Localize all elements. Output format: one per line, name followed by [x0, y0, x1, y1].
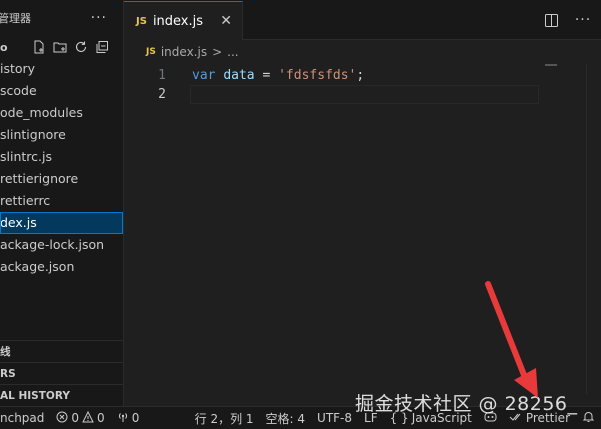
- folder-name: o: [0, 40, 8, 54]
- refresh-icon[interactable]: [74, 40, 88, 54]
- section-npm-scripts[interactable]: RS: [0, 362, 123, 384]
- js-file-icon: JS: [146, 47, 156, 57]
- file-item-selected[interactable]: dex.js: [0, 212, 123, 234]
- code-line-current: 2: [124, 85, 601, 104]
- status-problems[interactable]: 0 0: [50, 407, 110, 429]
- error-count: 0: [71, 411, 80, 425]
- explorer-sidebar: 管理器 ··· o istory scode ode_modules slint…: [0, 0, 124, 406]
- status-cursor-position[interactable]: 行 2，列 1: [189, 407, 260, 429]
- more-actions-icon[interactable]: ···: [575, 12, 591, 28]
- workspace-folder-header[interactable]: o: [0, 36, 123, 58]
- breadcrumb-separator: >: [212, 45, 223, 59]
- ellipsis-icon[interactable]: ···: [91, 10, 107, 26]
- breadcrumb-file[interactable]: index.js: [161, 45, 207, 59]
- status-remote[interactable]: nchpad: [0, 407, 50, 429]
- error-icon: [56, 411, 68, 426]
- breadcrumb-symbols[interactable]: ...: [227, 45, 238, 59]
- collapse-all-icon[interactable]: [95, 40, 109, 54]
- annotation-arrow: [485, 281, 538, 398]
- broadcast-icon: [117, 411, 129, 426]
- line-number: 1: [158, 68, 166, 83]
- line-number: 2: [158, 87, 166, 102]
- file-item[interactable]: scode: [0, 80, 123, 102]
- identifier-token: data: [223, 68, 255, 83]
- vscode-window: 管理器 ··· o istory scode ode_modules slint…: [0, 0, 601, 429]
- section-local-history[interactable]: AL HISTORY: [0, 384, 123, 406]
- js-file-icon: JS: [136, 15, 147, 27]
- line-content: var data = 'fdsfsfds';: [192, 66, 364, 85]
- new-folder-icon[interactable]: [53, 40, 67, 54]
- editor-actions: ···: [543, 12, 591, 28]
- close-icon[interactable]: ✕: [220, 13, 232, 29]
- file-item[interactable]: rettierignore: [0, 168, 123, 190]
- tab-index-js[interactable]: JS index.js ✕: [124, 1, 243, 40]
- file-item[interactable]: ackage-lock.json: [0, 234, 123, 256]
- operator-token: =: [262, 68, 271, 83]
- keyword-token: var: [192, 68, 216, 83]
- tab-label: index.js: [152, 13, 204, 29]
- file-item[interactable]: istory: [0, 58, 123, 80]
- bell-icon: [582, 410, 595, 426]
- split-editor-icon[interactable]: [543, 12, 559, 28]
- status-indentation[interactable]: 空格: 4: [260, 407, 312, 429]
- new-file-icon[interactable]: [32, 40, 46, 54]
- remote-label: nchpad: [0, 411, 45, 425]
- file-item[interactable]: ode_modules: [0, 102, 123, 124]
- vertical-scrollbar[interactable]: [586, 64, 587, 394]
- code-editor[interactable]: 1 var data = 'fdsfsfds'; 2: [124, 66, 601, 104]
- explorer-title: 管理器: [0, 12, 31, 25]
- folder-tools: [32, 40, 109, 54]
- minimap[interactable]: [545, 64, 557, 66]
- warning-count: 0: [97, 411, 105, 425]
- tab-bar: JS index.js ✕ ···: [124, 0, 601, 40]
- string-token: 'fdsfsfds': [278, 68, 357, 83]
- sidebar-sections: 线 RS AL HISTORY: [0, 340, 123, 406]
- section-outline[interactable]: 线: [0, 340, 123, 362]
- file-item[interactable]: ackage.json: [0, 256, 123, 278]
- warning-icon: [82, 410, 94, 426]
- file-item[interactable]: slintignore: [0, 124, 123, 146]
- status-encoding[interactable]: UTF-8: [311, 407, 358, 429]
- status-ports[interactable]: 0: [111, 407, 146, 429]
- explorer-header: 管理器 ···: [0, 0, 123, 36]
- file-item[interactable]: slintrc.js: [0, 146, 123, 168]
- file-item[interactable]: rettierrc: [0, 190, 123, 212]
- file-tree: istory scode ode_modules slintignore sli…: [0, 58, 123, 278]
- breadcrumb: JS index.js > ...: [124, 40, 601, 64]
- ports-count: 0: [131, 411, 140, 425]
- semicolon-token: ;: [356, 68, 365, 83]
- status-notifications[interactable]: [576, 407, 601, 429]
- code-line: 1 var data = 'fdsfsfds';: [124, 66, 601, 85]
